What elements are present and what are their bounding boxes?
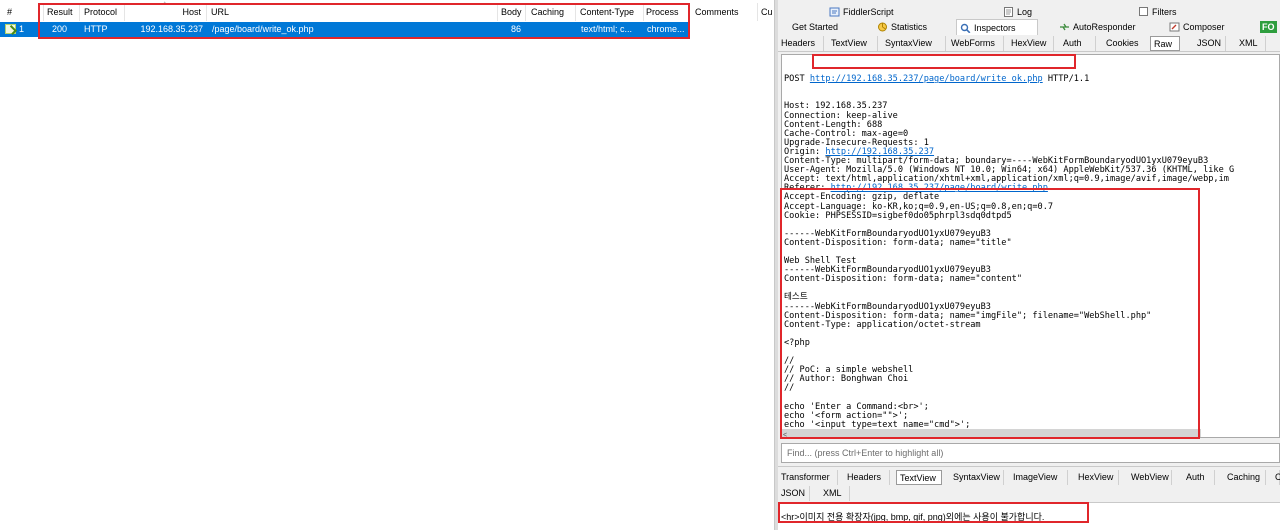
req-tab-textview[interactable]: TextView [828, 36, 878, 51]
inspectors-panel: FiddlerScript Log Filters Get Started St… [778, 0, 1280, 530]
top-tabs-row-1: FiddlerScript Log Filters [778, 4, 1280, 20]
request-body-line: Content-Disposition: form-data; name="ti… [784, 237, 1012, 248]
col-protocol[interactable]: Protocol [81, 3, 125, 21]
autoresponder-icon [1060, 23, 1069, 31]
req-tab-headers[interactable]: Headers [778, 36, 824, 51]
sessions-column-header: # Result Protocol Host ^ URL Body Cachin… [0, 2, 774, 21]
req-tab-syntaxview[interactable]: SyntaxView [882, 36, 946, 51]
session-caching [531, 22, 575, 37]
session-row[interactable]: 1 200 HTTP 192.168.35.237 /page/board/wr… [0, 22, 690, 37]
resp-tab-cookies[interactable]: C [1272, 470, 1280, 485]
tab-autoresponder[interactable]: AutoResponder [1056, 19, 1139, 35]
tab-composer[interactable]: Composer [1166, 19, 1228, 35]
req-tab-raw[interactable]: Raw [1150, 36, 1180, 51]
resp-tab-caching[interactable]: Caching [1224, 470, 1266, 485]
horizontal-scrollbar[interactable] [781, 429, 1201, 437]
request-header-line: Cookie: PHPSESSID=sigbef0do05phrpl3sdq0d… [784, 210, 1012, 221]
col-custom[interactable]: Cu [758, 3, 774, 21]
col-body[interactable]: Body [498, 3, 526, 21]
session-body: 86 [510, 24, 521, 34]
resp-tab-transformer[interactable]: Transformer [778, 470, 838, 485]
tab-autoresponder-label: AutoResponder [1073, 22, 1136, 32]
tab-fiddlerscript-label: FiddlerScript [843, 7, 894, 17]
request-raw-textarea[interactable]: POST http://192.168.35.237/page/board/wr… [781, 54, 1280, 438]
resp-tab-syntaxview[interactable]: SyntaxView [950, 470, 1004, 485]
tab-get-started-label: Get Started [792, 22, 839, 32]
req-tab-webforms[interactable]: WebForms [948, 36, 1004, 51]
log-icon [1004, 7, 1013, 17]
req-tab-cookies[interactable]: Cookies [1103, 36, 1151, 51]
col-num[interactable]: # [4, 3, 44, 21]
col-process[interactable]: Process [643, 3, 690, 21]
inspectors-icon [960, 23, 971, 33]
col-result[interactable]: Result [44, 3, 80, 21]
scroll-left-arrow-icon[interactable]: < [783, 432, 787, 439]
session-protocol: HTTP [84, 24, 108, 34]
tab-statistics[interactable]: Statistics [874, 19, 930, 35]
tab-statistics-label: Statistics [891, 22, 928, 32]
request-body-line: Content-Disposition: form-data; name="co… [784, 274, 1022, 285]
statistics-icon [878, 22, 887, 32]
find-input[interactable]: Find... (press Ctrl+Enter to highlight a… [781, 443, 1280, 463]
request-body-line: // [784, 383, 795, 394]
session-host: 192.168.35.237 [140, 24, 203, 34]
resp-tab-xml[interactable]: XML [820, 486, 850, 501]
sessions-panel: # Result Protocol Host ^ URL Body Cachin… [0, 0, 774, 530]
resp-tab-imageview[interactable]: ImageView [1010, 470, 1068, 485]
col-caching[interactable]: Caching [528, 3, 576, 21]
resp-tab-headers[interactable]: Headers [844, 470, 890, 485]
tab-log-label: Log [1017, 7, 1033, 17]
session-process: chrome... [647, 24, 685, 34]
top-tabs-row-2: Get Started Statistics Inspectors AutoRe… [778, 19, 1280, 35]
filters-checkbox[interactable] [1139, 7, 1148, 16]
tab-get-started[interactable]: Get Started [789, 19, 841, 35]
session-num: 1 [19, 24, 25, 34]
resp-tab-textview[interactable]: TextView [896, 470, 942, 485]
resp-tab-hexview[interactable]: HexView [1075, 470, 1119, 485]
col-comments[interactable]: Comments [692, 3, 758, 21]
request-body-line: Content-Type: application/octet-stream [784, 319, 981, 330]
fo-badge: FO [1260, 21, 1277, 33]
resp-tab-webview[interactable]: WebView [1128, 470, 1172, 485]
tab-fiddler-orchestra[interactable]: FO [1260, 19, 1277, 35]
response-text-pane[interactable]: <hr>이미지 전용 확장자(jpg, bmp, gif, png)외에는 사용… [778, 502, 1280, 530]
request-raw-content: POST http://192.168.35.237/page/board/wr… [782, 55, 1279, 437]
fiddlerscript-icon [829, 7, 840, 17]
col-content-type[interactable]: Content-Type [577, 3, 644, 21]
req-tab-auth[interactable]: Auth [1060, 36, 1096, 51]
response-inspector-tabs: Transformer Headers TextView SyntaxView … [778, 466, 1280, 501]
col-url[interactable]: URL [208, 3, 498, 21]
session-content-type: text/html; c... [581, 24, 633, 34]
resp-tab-json[interactable]: JSON [778, 486, 810, 501]
request-inspector-tabs: Headers TextView SyntaxView WebForms Hex… [778, 35, 1280, 52]
session-result: 200 [52, 24, 68, 34]
tab-filters[interactable]: Filters [1136, 4, 1180, 20]
session-url: /page/board/write_ok.php [212, 24, 314, 34]
request-body-line [784, 330, 1279, 339]
request-line: POST http://192.168.35.237/page/board/wr… [784, 75, 1279, 84]
tab-inspectors-label: Inspectors [974, 23, 1016, 33]
response-body-text: <hr>이미지 전용 확장자(jpg, bmp, gif, png)외에는 사용… [781, 512, 1045, 522]
request-version: HTTP/1.1 [1042, 74, 1090, 85]
req-tab-hexview[interactable]: HexView [1008, 36, 1054, 51]
tab-composer-label: Composer [1183, 22, 1225, 32]
tab-inspectors[interactable]: Inspectors [956, 19, 1038, 35]
request-body-line [784, 248, 1279, 257]
response-ok-icon [5, 24, 16, 34]
request-body-line [784, 348, 1279, 357]
request-method: POST [784, 74, 810, 85]
resp-tab-auth[interactable]: Auth [1183, 470, 1215, 485]
tab-fiddlerscript[interactable]: FiddlerScript [826, 4, 897, 20]
request-url-link[interactable]: http://192.168.35.237/page/board/write_o… [810, 74, 1043, 84]
req-tab-json[interactable]: JSON [1194, 36, 1226, 51]
tab-filters-label: Filters [1152, 7, 1177, 17]
sort-arrow-icon: ^ [163, 2, 167, 9]
tab-log[interactable]: Log [1000, 4, 1035, 20]
request-body-line: // Author: Bonghwan Choi [784, 374, 909, 385]
composer-icon [1169, 22, 1180, 32]
req-tab-xml[interactable]: XML [1236, 36, 1266, 51]
request-body-line: <?php [784, 337, 810, 348]
request-body-line [784, 284, 1279, 293]
